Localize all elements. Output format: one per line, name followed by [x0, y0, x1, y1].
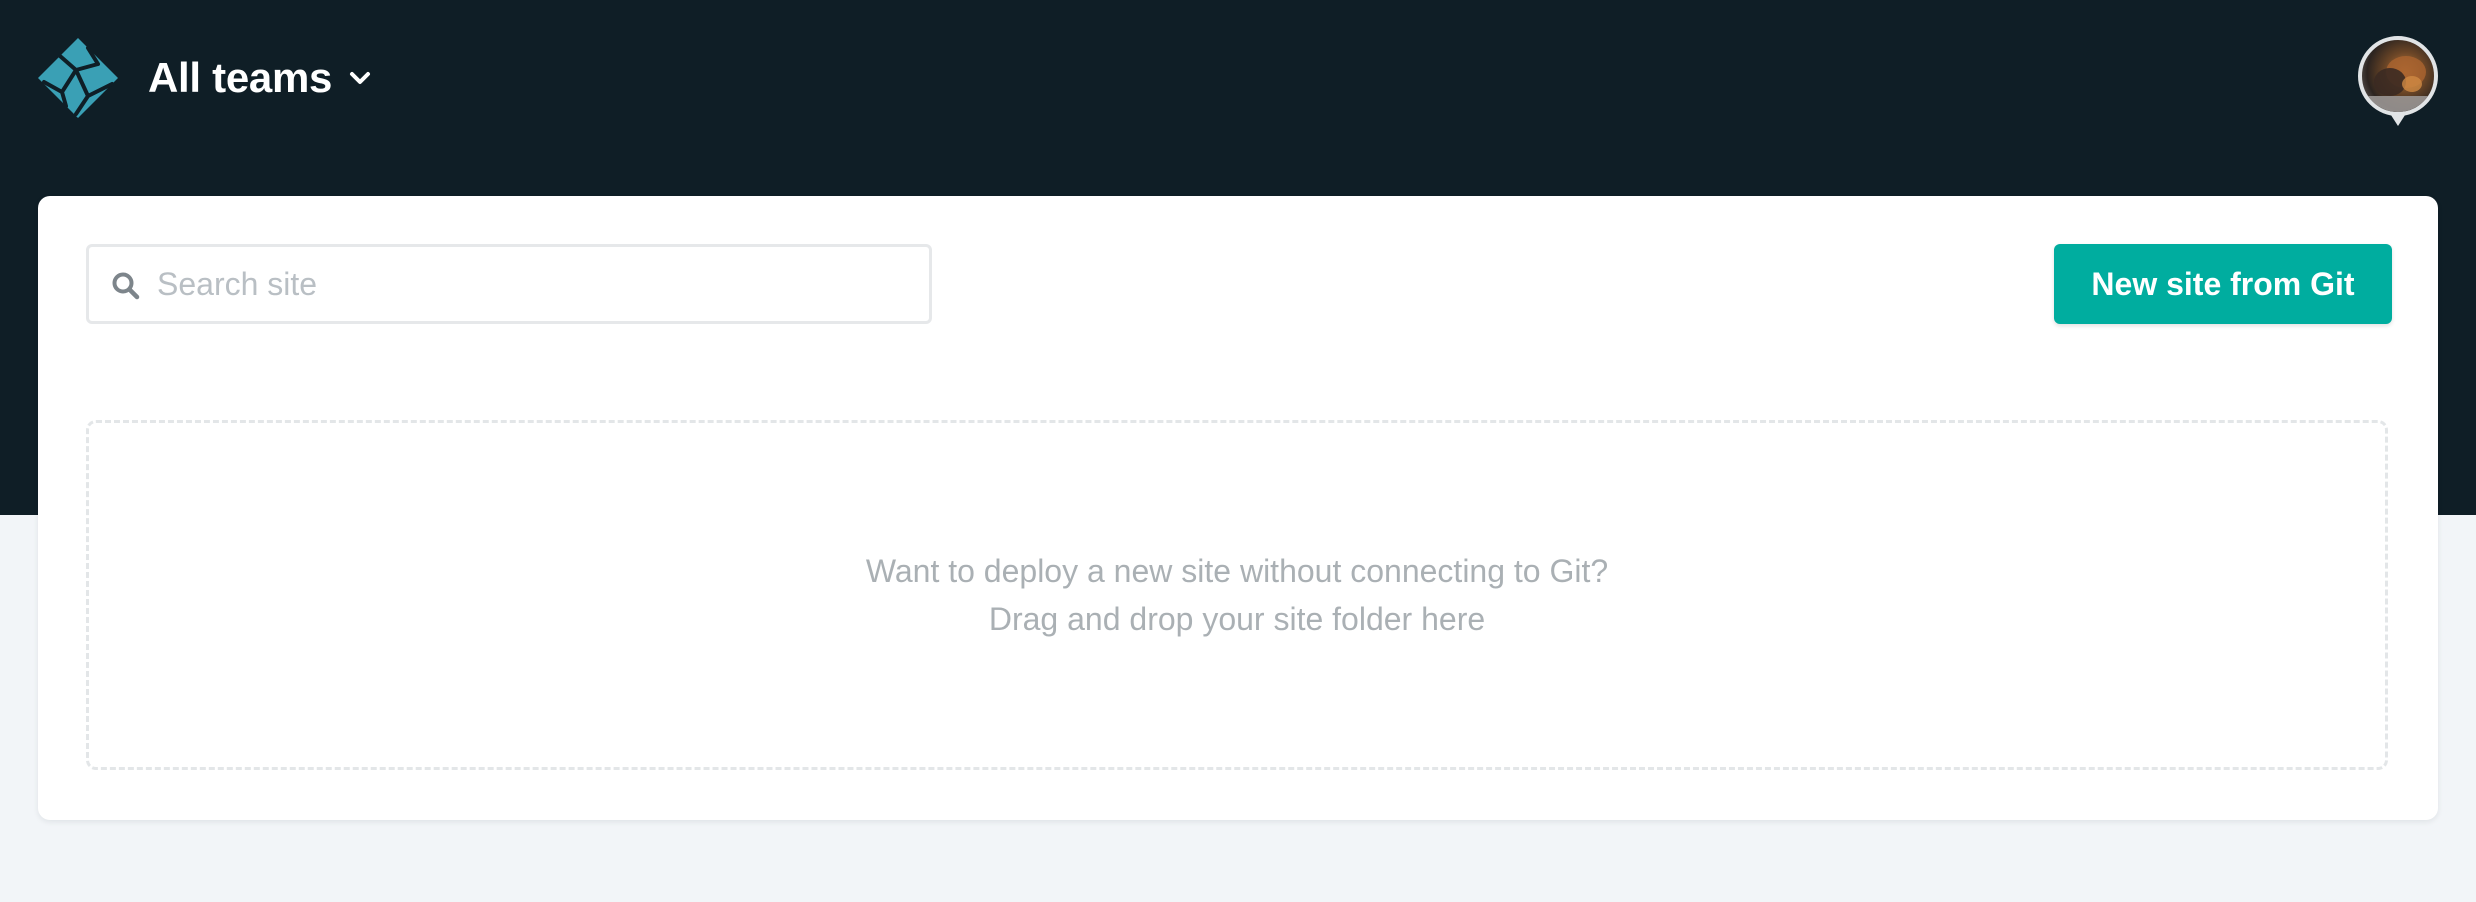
team-switcher[interactable]: All teams — [148, 48, 372, 108]
drop-zone-hint-line-1: Want to deploy a new site without connec… — [865, 553, 1609, 589]
team-switcher-label: All teams — [148, 54, 333, 101]
avatar-pointer — [2389, 112, 2407, 126]
top-header: All teams — [0, 0, 2476, 160]
search-input[interactable] — [157, 247, 917, 321]
search-box — [86, 244, 932, 324]
app-root: All teams Search site New site from Git … — [0, 0, 2476, 902]
new-site-from-git-button[interactable]: New site from Git — [2054, 244, 2392, 324]
drop-zone-hint-line-2: Drag and drop your site folder here — [988, 601, 1486, 637]
netlify-logo-icon[interactable] — [36, 36, 120, 120]
user-avatar[interactable] — [2358, 36, 2438, 116]
drop-zone[interactable]: Want to deploy a new site without connec… — [86, 420, 2388, 770]
chevron-down-icon — [348, 66, 372, 90]
search-icon — [111, 271, 141, 301]
sites-card: New site from Git Want to deploy a new s… — [38, 196, 2438, 820]
